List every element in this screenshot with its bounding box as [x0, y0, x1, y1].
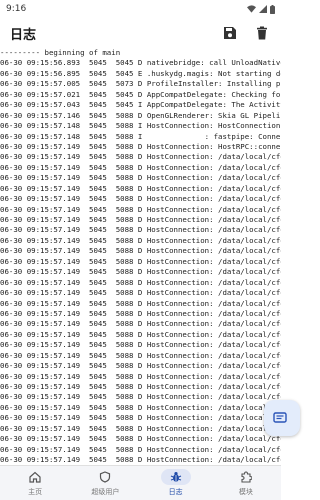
nav-label-superuser: 超级用户	[91, 488, 120, 496]
log-line: 06-30 09:15:57.149 5045 5088 D HostConne…	[0, 183, 281, 193]
log-line: 06-30 09:15:57.149 5045 5088 D HostConne…	[0, 225, 281, 235]
log-line: 06-30 09:15:57.148 5045 5088 I : fastpip…	[0, 131, 281, 141]
log-line: 06-30 09:15:57.149 5045 5088 D HostConne…	[0, 392, 281, 402]
puzzle-icon	[241, 471, 252, 483]
log-line: 06-30 09:15:57.149 5045 5088 D HostConne…	[0, 329, 281, 339]
log-line: 06-30 09:15:57.149 5045 5088 D HostConne…	[0, 361, 281, 371]
log-line: 06-30 09:15:57.149 5045 5088 D HostConne…	[0, 152, 281, 162]
log-line: 06-30 09:15:57.149 5045 5088 D HostConne…	[0, 319, 281, 329]
log-line: 06-30 09:15:57.149 5045 5088 D HostConne…	[0, 256, 281, 266]
log-line: 06-30 09:15:57.149 5045 5088 D HostConne…	[0, 434, 281, 444]
log-line: 06-30 09:15:57.149 5045 5088 D HostConne…	[0, 444, 281, 454]
message-icon	[273, 412, 287, 423]
app-actions	[223, 26, 269, 40]
log-line: 06-30 09:15:57.149 5045 5088 D HostConne…	[0, 235, 281, 245]
log-line: 06-30 09:15:57.149 5045 5088 D HostConne…	[0, 267, 281, 277]
log-line: 06-30 09:15:57.149 5045 5088 D HostConne…	[0, 340, 281, 350]
nav-item-modules[interactable]: 模块	[216, 469, 276, 497]
nav-item-home[interactable]: 主页	[5, 469, 65, 497]
nav-label-home: 主页	[28, 488, 43, 496]
app-bar: 日志	[0, 18, 281, 48]
nav-item-log[interactable]: 日志	[146, 469, 206, 497]
log-line: 06-30 09:15:57.149 5045 5088 D HostConne…	[0, 194, 281, 204]
log-line: 06-30 09:15:57.148 5045 5088 I HostConne…	[0, 121, 281, 131]
nav-label-modules: 模块	[238, 488, 253, 496]
wifi-icon	[247, 5, 256, 13]
log-line: 06-30 09:15:57.149 5045 5088 D HostConne…	[0, 204, 281, 214]
log-line: 06-30 09:15:57.149 5045 5088 D HostConne…	[0, 277, 281, 287]
log-line: 06-30 09:15:57.149 5045 5088 D HostConne…	[0, 288, 281, 298]
log-line: 06-30 09:15:57.146 5045 5088 D OpenGLRen…	[0, 110, 281, 120]
log-line: 06-30 09:15:57.149 5045 5088 D HostConne…	[0, 308, 281, 318]
delete-icon[interactable]	[255, 26, 269, 40]
save-icon[interactable]	[223, 26, 237, 40]
log-line: 06-30 09:15:57.149 5045 5088 D HostConne…	[0, 371, 281, 381]
status-icons	[247, 4, 275, 14]
nav-label-log: 日志	[168, 488, 183, 496]
scroll-log-button[interactable]	[264, 400, 300, 436]
log-line: 06-30 09:15:57.149 5045 5088 D HostConne…	[0, 350, 281, 360]
home-icon	[29, 471, 41, 483]
log-line: 06-30 09:15:57.149 5045 5088 D HostConne…	[0, 298, 281, 308]
page-title: 日志	[10, 27, 37, 43]
log-line: 06-30 09:15:57.149 5045 5088 D HostConne…	[0, 215, 281, 224]
log-line: 06-30 09:15:57.005 5045 5073 D ProfileIn…	[0, 79, 281, 89]
shield-icon	[100, 471, 111, 483]
log-line: 06-30 09:15:57.149 5045 5088 D HostConne…	[0, 382, 281, 391]
log-line: 06-30 09:15:57.043 5045 5045 I AppCompat…	[0, 100, 281, 110]
battery-icon	[270, 4, 275, 14]
status-time: 9:16	[6, 4, 27, 14]
log-line: 06-30 09:15:57.149 5045 5088 D HostConne…	[0, 402, 281, 412]
log-line: 06-30 09:15:57.149 5045 5088 D HostConne…	[0, 246, 281, 256]
status-bar: 9:16	[0, 0, 281, 18]
log-line: 06-30 09:15:57.149 5045 5088 D HostConne…	[0, 173, 281, 183]
log-view[interactable]: --------- beginning of main 06-30 09:15:5…	[0, 48, 281, 465]
log-line: 06-30 09:15:57.149 5045 5088 D HostConne…	[0, 162, 281, 172]
log-line: --------- beginning of main	[0, 48, 121, 57]
log-line: 06-30 09:15:57.021 5045 5045 D AppCompat…	[0, 89, 281, 99]
log-line: 06-30 09:15:57.149 5045 5088 D HostConne…	[0, 141, 281, 151]
bottom-navigation: 主页 超级用户 日志 模块	[0, 465, 281, 500]
bug-icon	[170, 472, 181, 482]
log-line: 06-30 09:15:57.149 5045 5088 D HostConne…	[0, 413, 281, 423]
log-line: 06-30 09:15:57.149 5045 5088 D HostConne…	[0, 455, 281, 465]
nav-item-superuser[interactable]: 超级用户	[75, 469, 135, 497]
log-line: 06-30 09:15:56.893 5045 5045 D nativebri…	[0, 58, 281, 68]
log-line: 06-30 09:15:56.895 5045 5045 E .huskydg.…	[0, 68, 281, 78]
log-line: 06-30 09:15:57.149 5045 5088 D HostConne…	[0, 423, 281, 433]
signal-icon	[259, 5, 267, 13]
